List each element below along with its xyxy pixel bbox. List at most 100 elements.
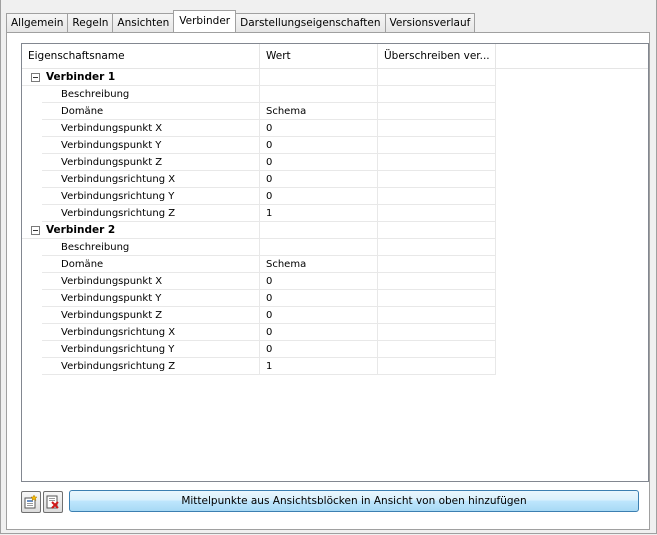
- row-gutter: [22, 120, 42, 137]
- property-value[interactable]: Schema: [260, 103, 378, 120]
- property-override[interactable]: [378, 103, 496, 120]
- tab-panel: Eigenschaftsname Wert Überschreiben ver.…: [6, 32, 650, 530]
- property-override[interactable]: [378, 171, 496, 188]
- tab-versionsverlauf[interactable]: Versionsverlauf: [384, 13, 476, 32]
- property-override[interactable]: [378, 86, 496, 103]
- property-value[interactable]: 0: [260, 307, 378, 324]
- property-row[interactable]: Beschreibung: [22, 239, 496, 256]
- row-gutter: [22, 358, 42, 375]
- property-name: Domäne: [42, 256, 260, 273]
- property-override[interactable]: [378, 239, 496, 256]
- collapse-icon[interactable]: [31, 73, 40, 82]
- property-value[interactable]: 0: [260, 171, 378, 188]
- property-row[interactable]: Verbindungspunkt Y0: [22, 137, 496, 154]
- property-row[interactable]: Verbindungspunkt Y0: [22, 290, 496, 307]
- property-row[interactable]: Verbindungsrichtung Z1: [22, 205, 496, 222]
- property-grid: Eigenschaftsname Wert Überschreiben ver.…: [21, 43, 649, 482]
- property-row[interactable]: Verbindungspunkt X0: [22, 273, 496, 290]
- property-override[interactable]: [378, 307, 496, 324]
- property-override[interactable]: [378, 358, 496, 375]
- row-gutter: [22, 307, 42, 324]
- row-gutter: [22, 86, 42, 103]
- property-value[interactable]: [260, 86, 378, 103]
- group-value-cell: [260, 69, 378, 86]
- property-name: Verbindungsrichtung Z: [42, 205, 260, 222]
- add-connector-button[interactable]: [21, 491, 41, 513]
- property-row[interactable]: Domäne Schema: [22, 256, 496, 273]
- property-name: Verbindungsrichtung Z: [42, 358, 260, 375]
- property-value[interactable]: 0: [260, 273, 378, 290]
- property-override[interactable]: [378, 188, 496, 205]
- property-value[interactable]: 0: [260, 137, 378, 154]
- property-name: Verbindungspunkt Y: [42, 137, 260, 154]
- tab-ansichten[interactable]: Ansichten: [112, 13, 175, 32]
- tab-darstellungseigenschaften[interactable]: Darstellungseigenschaften: [235, 13, 386, 32]
- property-name: Domäne: [42, 103, 260, 120]
- tab-regeln[interactable]: Regeln: [67, 13, 114, 32]
- add-midpoints-button[interactable]: Mittelpunkte aus Ansichtsblöcken in Ansi…: [69, 490, 639, 512]
- property-value[interactable]: 0: [260, 188, 378, 205]
- property-row[interactable]: Beschreibung: [22, 86, 496, 103]
- property-override[interactable]: [378, 341, 496, 358]
- row-gutter: [22, 324, 42, 341]
- property-name: Beschreibung: [42, 239, 260, 256]
- property-row[interactable]: Domäne Schema: [22, 103, 496, 120]
- property-row[interactable]: Verbindungsrichtung X0: [22, 324, 496, 341]
- property-value[interactable]: 0: [260, 341, 378, 358]
- row-gutter: [22, 137, 42, 154]
- group-name: Verbinder 1: [22, 69, 260, 86]
- collapse-icon[interactable]: [31, 226, 40, 235]
- property-name: Verbindungspunkt Y: [42, 290, 260, 307]
- group-value-cell: [260, 222, 378, 239]
- delete-connector-button[interactable]: [43, 491, 63, 513]
- property-override[interactable]: [378, 273, 496, 290]
- property-name: Verbindungspunkt X: [42, 273, 260, 290]
- grid-rows: Verbinder 1 Beschreibung Domäne Schema Verbi…: [22, 69, 496, 375]
- property-override[interactable]: [378, 290, 496, 307]
- property-row[interactable]: Verbindungsrichtung Y0: [22, 341, 496, 358]
- property-value[interactable]: 0: [260, 120, 378, 137]
- row-gutter: [22, 205, 42, 222]
- group-name: Verbinder 2: [22, 222, 260, 239]
- property-override[interactable]: [378, 205, 496, 222]
- property-value[interactable]: [260, 239, 378, 256]
- property-row[interactable]: Verbindungspunkt Z0: [22, 307, 496, 324]
- property-value[interactable]: 0: [260, 290, 378, 307]
- property-override[interactable]: [378, 154, 496, 171]
- group-override-cell: [378, 222, 496, 239]
- property-row[interactable]: Verbindungspunkt Z0: [22, 154, 496, 171]
- property-name: Verbindungspunkt Z: [42, 154, 260, 171]
- property-name: Verbindungsrichtung Y: [42, 341, 260, 358]
- row-gutter: [22, 290, 42, 307]
- property-value[interactable]: 0: [260, 154, 378, 171]
- property-name: Verbindungspunkt X: [42, 120, 260, 137]
- property-name: Beschreibung: [42, 86, 260, 103]
- property-row[interactable]: Verbindungspunkt X0: [22, 120, 496, 137]
- property-override[interactable]: [378, 256, 496, 273]
- column-header-value[interactable]: Wert: [260, 44, 378, 68]
- tab-verbinder[interactable]: Verbinder: [173, 10, 237, 32]
- column-header-override[interactable]: Überschreiben ver...: [378, 44, 496, 68]
- property-value[interactable]: 0: [260, 324, 378, 341]
- property-name: Verbindungsrichtung X: [42, 171, 260, 188]
- property-row[interactable]: Verbindungsrichtung Z1: [22, 358, 496, 375]
- row-gutter: [22, 103, 42, 120]
- property-override[interactable]: [378, 137, 496, 154]
- row-gutter: [22, 188, 42, 205]
- row-gutter: [22, 256, 42, 273]
- property-value[interactable]: Schema: [260, 256, 378, 273]
- property-override[interactable]: [378, 324, 496, 341]
- row-gutter: [22, 273, 42, 290]
- tab-allgemein[interactable]: Allgemein: [6, 13, 69, 32]
- group-row[interactable]: Verbinder 2: [22, 222, 496, 239]
- column-header-name[interactable]: Eigenschaftsname: [22, 44, 260, 68]
- property-row[interactable]: Verbindungsrichtung X0: [22, 171, 496, 188]
- property-value[interactable]: 1: [260, 358, 378, 375]
- property-row[interactable]: Verbindungsrichtung Y0: [22, 188, 496, 205]
- row-gutter: [22, 239, 42, 256]
- property-value[interactable]: 1: [260, 205, 378, 222]
- property-name: Verbindungspunkt Z: [42, 307, 260, 324]
- group-row[interactable]: Verbinder 1: [22, 69, 496, 86]
- property-override[interactable]: [378, 120, 496, 137]
- group-override-cell: [378, 69, 496, 86]
